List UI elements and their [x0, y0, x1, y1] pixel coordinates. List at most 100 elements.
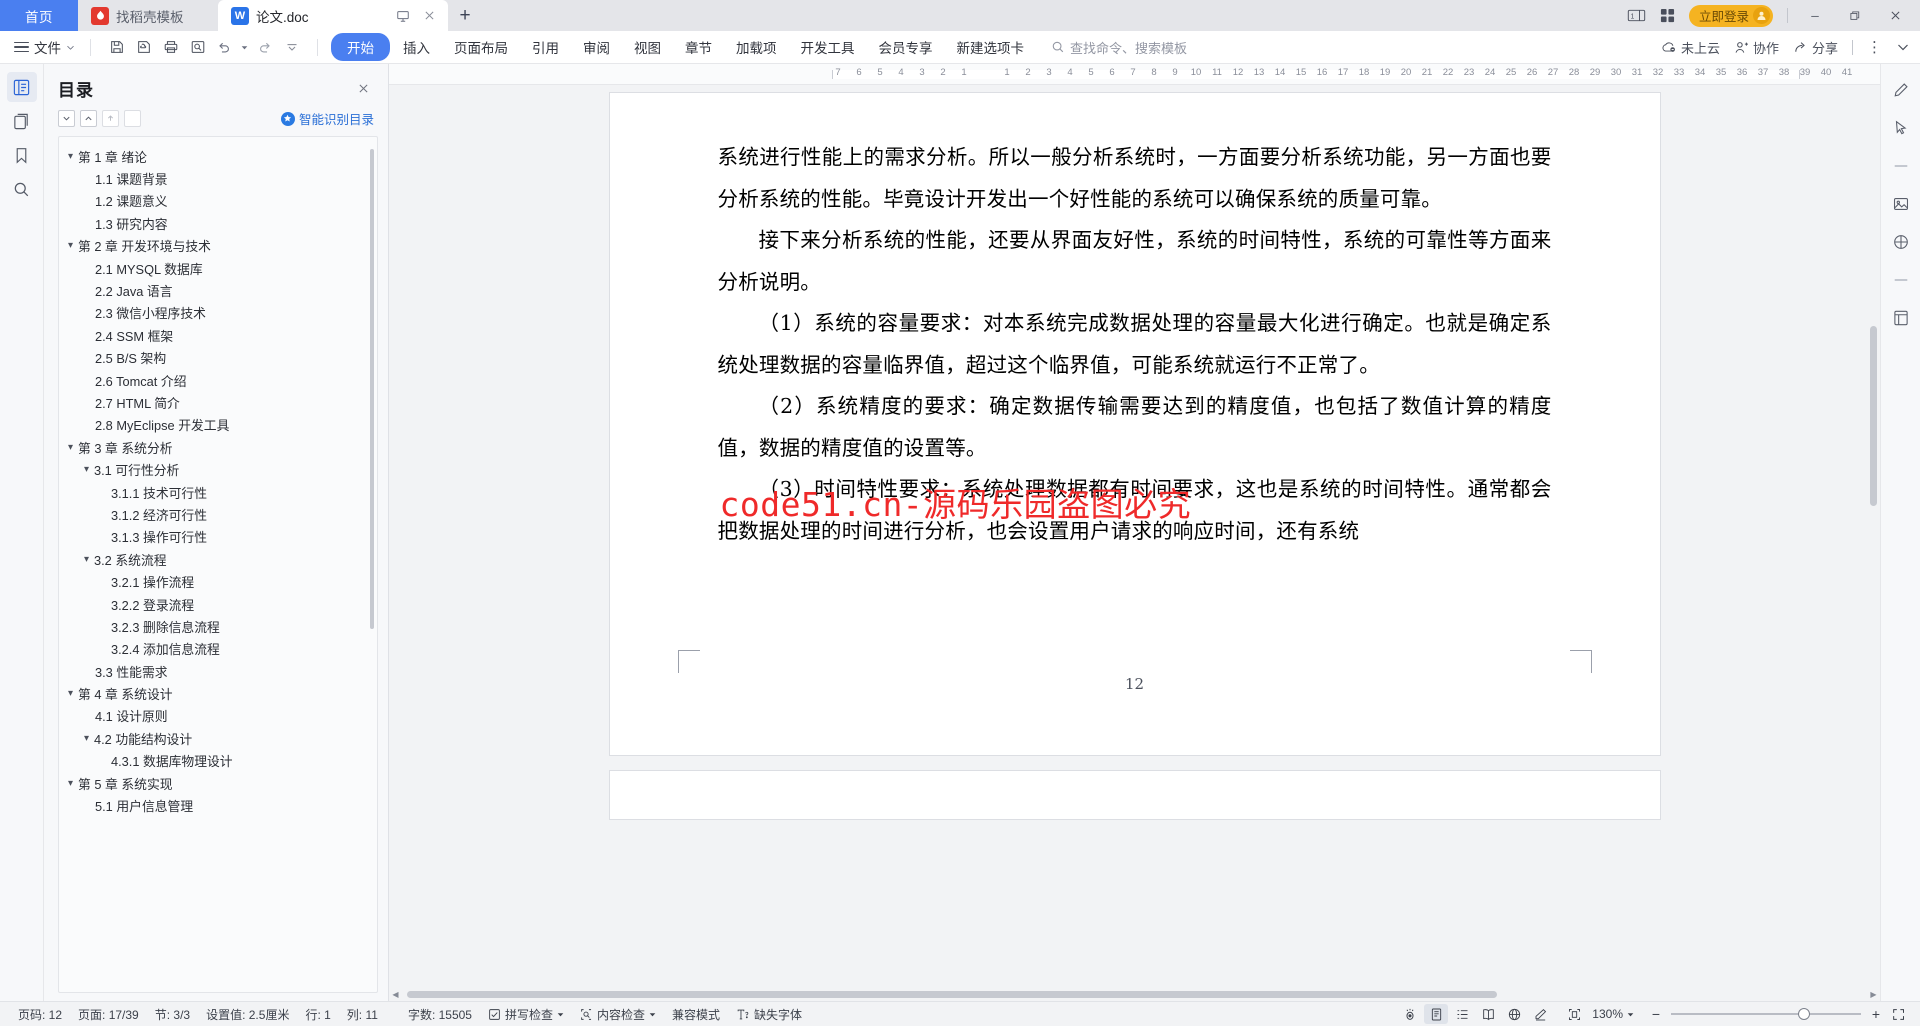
content-check-button[interactable]: 内容检查	[572, 1006, 664, 1023]
search-icon[interactable]	[7, 174, 37, 204]
document-vertical-scrollbar[interactable]	[1870, 111, 1877, 856]
chevron-down-icon[interactable]: ▾	[79, 733, 94, 744]
chevron-down-icon[interactable]: ▾	[63, 688, 78, 699]
tab-docer-template[interactable]: 找稻壳模板	[78, 0, 218, 31]
outline-item[interactable]: 1.2 课题意义	[59, 190, 377, 212]
reading-view-icon[interactable]	[1476, 1004, 1500, 1024]
documents-icon[interactable]	[7, 106, 37, 136]
outline-item[interactable]: 3.2.2 登录流程	[59, 593, 377, 615]
ribbon-tab-insert[interactable]: 插入	[392, 33, 441, 61]
scroll-right-arrow[interactable]: ▶	[1867, 988, 1880, 1001]
outline-item[interactable]: 2.7 HTML 简介	[59, 391, 377, 413]
zoom-slider-handle[interactable]	[1798, 1008, 1810, 1020]
present-icon[interactable]	[396, 9, 410, 23]
outline-view-icon[interactable]	[1450, 1004, 1474, 1024]
edit-pen-icon[interactable]	[1887, 76, 1915, 104]
fullscreen-icon[interactable]	[1886, 1004, 1910, 1024]
ribbon-tab-member[interactable]: 会员专享	[868, 33, 944, 61]
outline-item[interactable]: ▾ 第 2 章 开发环境与技术	[59, 235, 377, 257]
outline-item[interactable]: ▾ 第 4 章 系统设计	[59, 682, 377, 704]
document-page[interactable]: 系统进行性能上的需求分析。所以一般分析系统时，一方面要分析系统功能，另一方面也要…	[609, 93, 1660, 755]
collaborate-button[interactable]: 协作	[1734, 38, 1779, 57]
outline-scrollbar[interactable]	[370, 149, 374, 629]
zoom-slider[interactable]	[1671, 1007, 1861, 1021]
bookmark-icon[interactable]	[7, 140, 37, 170]
redo-icon[interactable]	[252, 35, 277, 60]
ribbon-tab-dev-tools[interactable]: 开发工具	[790, 33, 866, 61]
outline-item[interactable]: 3.2.1 操作流程	[59, 570, 377, 592]
zoom-level-button[interactable]: 130%	[1588, 1007, 1636, 1021]
document-horizontal-scrollbar[interactable]: ◀ ▶	[389, 988, 1880, 1001]
close-panel-button[interactable]	[353, 78, 374, 99]
image-icon[interactable]	[1887, 190, 1915, 218]
ribbon-tab-view[interactable]: 视图	[623, 33, 672, 61]
ribbon-tab-new-tab[interactable]: 新建选项卡	[946, 33, 1036, 61]
ribbon-overflow-button[interactable]: ⋮	[1867, 38, 1882, 56]
ribbon-tab-references[interactable]: 引用	[521, 33, 570, 61]
outline-item[interactable]: 3.1.3 操作可行性	[59, 526, 377, 548]
promote-icon[interactable]	[102, 110, 119, 127]
outline-item[interactable]: 2.3 微信小程序技术	[59, 302, 377, 324]
outline-item[interactable]: ▾ 第 3 章 系统分析	[59, 436, 377, 458]
save-icon[interactable]	[104, 35, 129, 60]
outline-item[interactable]: ▾ 第 1 章 绪论	[59, 145, 377, 167]
command-search-input[interactable]: 查找命令、搜索模板	[1051, 38, 1187, 57]
ribbon-tab-section[interactable]: 章节	[674, 33, 723, 61]
page-view-icon[interactable]	[1424, 1004, 1449, 1024]
cloud-status-button[interactable]: 未上云	[1661, 38, 1720, 57]
outline-item[interactable]: 1.1 课题背景	[59, 167, 377, 189]
smart-outline-button[interactable]: 智能识别目录	[280, 109, 374, 128]
outline-item[interactable]: ▾ 3.1 可行性分析	[59, 458, 377, 480]
file-menu-button[interactable]: 文件	[10, 37, 83, 57]
login-button[interactable]: 立即登录	[1688, 4, 1773, 27]
outline-panel-icon[interactable]	[6, 72, 37, 102]
outline-item[interactable]: 2.2 Java 语言	[59, 279, 377, 301]
chevron-down-icon[interactable]: ▾	[63, 240, 78, 251]
undo-icon[interactable]	[212, 35, 237, 60]
close-icon[interactable]	[423, 9, 436, 22]
outline-tree[interactable]: ▾ 第 1 章 绪论 1.1 课题背景 1.2 课题意义 1.3 研究内容 ▾ 第 …	[58, 136, 378, 993]
horizontal-ruler[interactable]: 7 6 5 4 3 2 1 1 2 3 4 5 6 7 8 9 10 11 12…	[389, 64, 1880, 85]
outline-item[interactable]: 3.1.1 技术可行性	[59, 481, 377, 503]
outline-item[interactable]: 2.6 Tomcat 介绍	[59, 369, 377, 391]
outline-item[interactable]: 1.3 研究内容	[59, 212, 377, 234]
chevron-down-icon[interactable]: ▾	[63, 151, 78, 162]
ribbon-tab-addins[interactable]: 加载项	[725, 33, 788, 61]
outline-item[interactable]: 2.8 MyEclipse 开发工具	[59, 414, 377, 436]
tab-document-lunwen[interactable]: W 论文.doc	[218, 0, 448, 31]
outline-item[interactable]: 3.3 性能需求	[59, 660, 377, 682]
eye-protection-icon[interactable]	[1398, 1004, 1422, 1024]
expand-all-icon[interactable]	[58, 110, 75, 127]
fit-page-icon[interactable]	[1562, 1004, 1586, 1024]
grid-view-icon[interactable]	[1660, 8, 1675, 23]
outline-item[interactable]: 3.2.4 添加信息流程	[59, 638, 377, 660]
scrollbar-thumb[interactable]	[1870, 326, 1877, 506]
document-page-next[interactable]	[609, 771, 1660, 819]
ribbon-collapse-button[interactable]	[1896, 40, 1910, 54]
customize-icon[interactable]	[279, 35, 304, 60]
outline-item[interactable]: ▾ 3.2 系统流程	[59, 548, 377, 570]
share-button[interactable]: 分享	[1793, 38, 1838, 57]
hscrollbar-thumb[interactable]	[407, 991, 1497, 998]
new-tab-button[interactable]: +	[448, 0, 482, 31]
shape-icon[interactable]	[1887, 228, 1915, 256]
outline-item[interactable]: 4.1 设计原则	[59, 705, 377, 727]
window-close-button[interactable]	[1882, 0, 1908, 31]
outline-item[interactable]: 2.1 MYSQL 数据库	[59, 257, 377, 279]
chevron-down-icon[interactable]: ▾	[63, 442, 78, 453]
spell-check-button[interactable]: 拼写检查	[480, 1006, 572, 1023]
chevron-down-icon[interactable]: ▾	[79, 464, 94, 475]
zoom-in-button[interactable]: +	[1868, 1006, 1884, 1022]
ribbon-tab-review[interactable]: 审阅	[572, 33, 621, 61]
print-icon[interactable]	[158, 35, 183, 60]
outline-item[interactable]: 5.1 用户信息管理	[59, 794, 377, 816]
outline-item[interactable]: ▾ 4.2 功能结构设计	[59, 727, 377, 749]
demote-icon[interactable]	[124, 110, 141, 127]
ribbon-tab-start[interactable]: 开始	[331, 33, 390, 61]
save-as-cloud-icon[interactable]	[131, 35, 156, 60]
undo-dropdown-icon[interactable]	[239, 35, 250, 60]
outline-item[interactable]: 3.2.3 删除信息流程	[59, 615, 377, 637]
tab-home[interactable]: 首页	[0, 0, 78, 31]
chevron-down-icon[interactable]: ▾	[79, 554, 94, 565]
outline-item[interactable]: ▾ 第 5 章 系统实现	[59, 772, 377, 794]
